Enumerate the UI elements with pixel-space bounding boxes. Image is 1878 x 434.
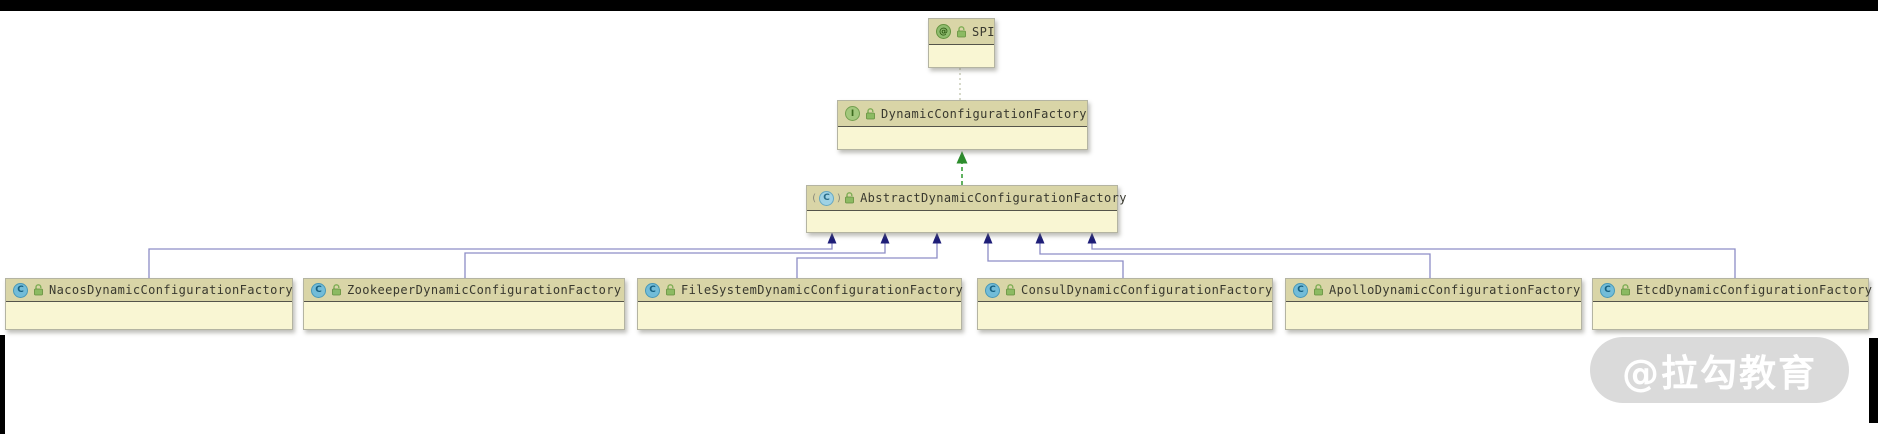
edge-extends-etcd [1092, 243, 1735, 278]
abstract-paren: ) [836, 193, 842, 204]
edge-extends-filesystem [797, 243, 937, 278]
class-name: ZookeeperDynamicConfigurationFactory [347, 283, 622, 297]
lock-icon [844, 192, 855, 204]
class-name: FileSystemDynamicConfigurationFactory [681, 283, 963, 297]
class-name: NacosDynamicConfigurationFactory [49, 283, 293, 297]
annotation-icon: @ [936, 24, 951, 39]
lock-icon [331, 284, 342, 296]
class-icon: C [985, 283, 1000, 298]
edge-extends-nacos [149, 243, 832, 278]
node-header: @ SPI [929, 19, 994, 45]
class-node-spi[interactable]: @ SPI [928, 18, 995, 68]
edge-extends-consul [988, 243, 1123, 278]
extends-arrowheads [828, 233, 1097, 244]
lock-icon [956, 26, 967, 38]
class-node-consul-dynamic-configuration-factory[interactable]: C ConsulDynamicConfigurationFactory [977, 278, 1273, 330]
lock-icon [865, 108, 876, 120]
class-name: ConsulDynamicConfigurationFactory [1021, 283, 1273, 297]
edge-extends-zookeeper [465, 243, 885, 278]
node-header: ( C ) AbstractDynamicConfigurationFactor… [807, 186, 1117, 211]
lock-icon [1005, 284, 1016, 296]
class-icon: C [645, 283, 660, 298]
class-name: AbstractDynamicConfigurationFactory [860, 191, 1127, 205]
edge-implements [957, 151, 968, 185]
uml-diagram-canvas: @ SPI I DynamicConfigurationFactory ( C … [0, 0, 1878, 434]
class-name: ApolloDynamicConfigurationFactory [1329, 283, 1581, 297]
class-node-apollo-dynamic-configuration-factory[interactable]: C ApolloDynamicConfigurationFactory [1285, 278, 1582, 330]
lock-icon [33, 284, 44, 296]
node-header: C ApolloDynamicConfigurationFactory [1286, 279, 1581, 302]
class-node-nacos-dynamic-configuration-factory[interactable]: C NacosDynamicConfigurationFactory [5, 278, 293, 330]
lock-icon [1620, 284, 1631, 296]
lock-icon [1313, 284, 1324, 296]
node-header: C EtcdDynamicConfigurationFactory [1593, 279, 1868, 302]
abstract-paren: ( [811, 193, 817, 204]
watermark-text: @拉勾教育 [1622, 343, 1817, 397]
class-node-dynamic-configuration-factory[interactable]: I DynamicConfigurationFactory [837, 100, 1088, 150]
class-node-abstract-dynamic-configuration-factory[interactable]: ( C ) AbstractDynamicConfigurationFactor… [806, 185, 1118, 233]
abstract-class-icon: C [819, 191, 834, 206]
class-icon: C [1600, 283, 1615, 298]
watermark-badge: @拉勾教育 [1590, 337, 1849, 403]
class-node-filesystem-dynamic-configuration-factory[interactable]: C FileSystemDynamicConfigurationFactory [637, 278, 962, 330]
node-header: C ConsulDynamicConfigurationFactory [978, 279, 1272, 302]
class-icon: C [13, 283, 28, 298]
class-name: SPI [972, 25, 995, 39]
class-name: EtcdDynamicConfigurationFactory [1636, 283, 1872, 297]
lock-icon [665, 284, 676, 296]
node-header: C ZookeeperDynamicConfigurationFactory [304, 279, 624, 302]
class-icon: C [311, 283, 326, 298]
node-header: C FileSystemDynamicConfigurationFactory [638, 279, 961, 302]
node-header: C NacosDynamicConfigurationFactory [6, 279, 292, 302]
class-node-zookeeper-dynamic-configuration-factory[interactable]: C ZookeeperDynamicConfigurationFactory [303, 278, 625, 330]
class-name: DynamicConfigurationFactory [881, 107, 1087, 121]
interface-icon: I [845, 106, 860, 121]
node-header: I DynamicConfigurationFactory [838, 101, 1087, 127]
class-node-etcd-dynamic-configuration-factory[interactable]: C EtcdDynamicConfigurationFactory [1592, 278, 1869, 330]
class-icon: C [1293, 283, 1308, 298]
